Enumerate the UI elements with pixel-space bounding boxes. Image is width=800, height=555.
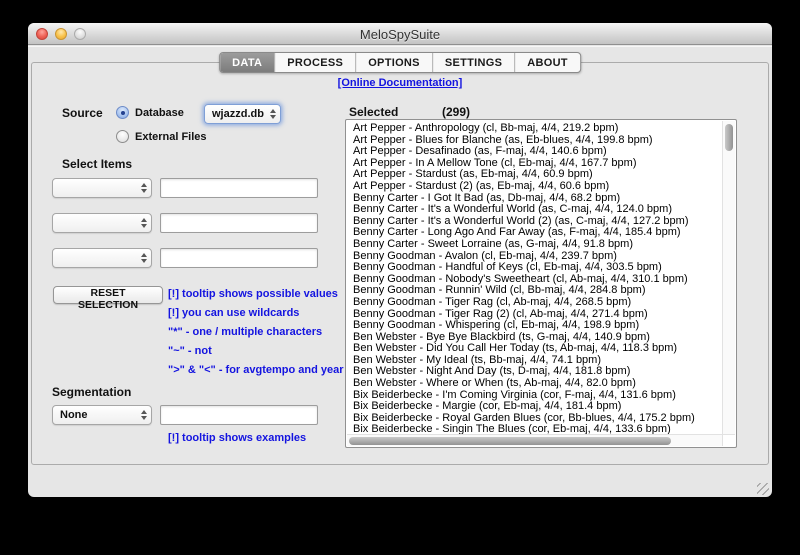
list-item[interactable]: Benny Goodman - Tiger Rag (cl, Ab-maj, 4… (353, 297, 721, 309)
tab-about[interactable]: ABOUT (514, 53, 580, 72)
source-label: Source (62, 106, 103, 120)
select-items-label: Select Items (62, 157, 132, 171)
select-item-input-1[interactable] (160, 178, 318, 198)
selected-count: (299) (442, 105, 470, 119)
vertical-scrollbar[interactable] (722, 121, 735, 434)
segmentation-input[interactable] (160, 405, 318, 425)
list-item[interactable]: Bix Beiderbecke - Singin The Blues (cor,… (353, 424, 721, 434)
select-item-dropdown-1[interactable] (52, 178, 152, 198)
title-bar[interactable]: MeloSpySuite (28, 23, 772, 45)
list-item[interactable]: Benny Goodman - Handful of Keys (cl, Eb-… (353, 262, 721, 274)
dropdown-stepper-icon (266, 109, 276, 119)
list-item[interactable]: Benny Goodman - Whispering (cl, Eb-maj, … (353, 320, 721, 332)
list-item[interactable]: Art Pepper - Anthropology (cl, Bb-maj, 4… (353, 123, 721, 135)
tab-options[interactable]: OPTIONS (355, 53, 432, 72)
select-item-dropdown-3[interactable] (52, 248, 152, 268)
app-window: MeloSpySuite DATA PROCESS OPTIONS SETTIN… (28, 23, 772, 497)
tab-process[interactable]: PROCESS (274, 53, 355, 72)
selected-list: Art Pepper - Anthropology (cl, Bb-maj, 4… (345, 119, 737, 448)
select-item-dropdown-2[interactable] (52, 213, 152, 233)
list-item[interactable]: Art Pepper - Stardust (2) (as, Eb-maj, 4… (353, 181, 721, 193)
tab-bar: DATA PROCESS OPTIONS SETTINGS ABOUT (219, 52, 581, 73)
window-body: DATA PROCESS OPTIONS SETTINGS ABOUT [Onl… (28, 46, 772, 497)
hint-examples: [!] tooltip shows examples (168, 432, 306, 444)
scrollbar-corner (722, 434, 735, 446)
online-documentation-link[interactable]: [Online Documentation] (338, 77, 463, 89)
dropdown-stepper-icon (137, 218, 147, 228)
hint-comparison: ">" & "<" - for avgtempo and year (168, 364, 344, 378)
segmentation-dropdown[interactable]: None (52, 405, 152, 425)
tab-settings[interactable]: SETTINGS (432, 53, 514, 72)
vertical-scrollbar-thumb[interactable] (725, 124, 733, 151)
hint-tilde: "~" - not (168, 345, 344, 359)
dropdown-stepper-icon (137, 253, 147, 263)
hint-possible-values: [!] tooltip shows possible values (168, 288, 344, 302)
list-item[interactable]: Ben Webster - Where or When (ts, Ab-maj,… (353, 378, 721, 390)
horizontal-scrollbar[interactable] (347, 434, 722, 446)
horizontal-scrollbar-thumb[interactable] (349, 437, 671, 445)
dropdown-stepper-icon (137, 183, 147, 193)
list-item[interactable]: Benny Carter - Sweet Lorraine (as, G-maj… (353, 239, 721, 251)
doc-link-row: [Online Documentation] (28, 73, 772, 91)
segmentation-label: Segmentation (52, 385, 131, 399)
segmentation-dropdown-value: None (60, 409, 137, 421)
select-item-input-3[interactable] (160, 248, 318, 268)
external-files-radio[interactable] (116, 130, 129, 143)
list-item[interactable]: Benny Carter - It's a Wonderful World (a… (353, 204, 721, 216)
reset-selection-button[interactable]: RESET SELECTION (53, 286, 163, 304)
external-files-radio-label: External Files (135, 131, 207, 143)
select-item-input-2[interactable] (160, 213, 318, 233)
wildcard-hints: [!] tooltip shows possible values [!] yo… (168, 288, 344, 378)
tab-data[interactable]: DATA (220, 53, 274, 72)
database-radio[interactable] (116, 106, 129, 119)
database-select-value: wjazzd.db (212, 108, 266, 120)
hint-asterisk: "*" - one / multiple characters (168, 326, 344, 340)
external-files-radio-row: External Files (116, 130, 207, 143)
selected-list-rows: Art Pepper - Anthropology (cl, Bb-maj, 4… (347, 121, 721, 434)
database-radio-row: Database (116, 106, 184, 119)
hint-wildcards: [!] you can use wildcards (168, 307, 344, 321)
dropdown-stepper-icon (137, 410, 147, 420)
resize-grip-icon[interactable] (757, 483, 769, 495)
window-title: MeloSpySuite (28, 27, 772, 42)
database-select[interactable]: wjazzd.db (204, 104, 281, 124)
selected-label: Selected (349, 105, 398, 119)
database-radio-label: Database (135, 107, 184, 119)
